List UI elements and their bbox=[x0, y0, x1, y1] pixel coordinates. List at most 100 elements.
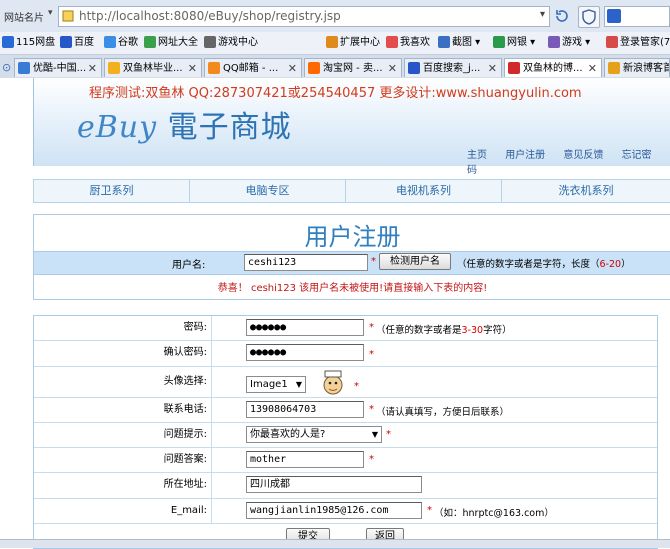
refresh-icon[interactable] bbox=[553, 7, 571, 25]
bookmark-hao123[interactable]: 网址大全 bbox=[144, 35, 198, 51]
close-icon[interactable]: ✕ bbox=[488, 59, 497, 77]
avatar-label: 头像选择: bbox=[34, 366, 212, 397]
category-nav: 厨卫系列 电脑专区 电视机系列 洗衣机系列 bbox=[33, 179, 670, 203]
check-username-button[interactable]: 检测用户名 bbox=[379, 253, 451, 270]
toolbar-label: 网银 bbox=[507, 37, 527, 48]
avatar-selected: Image1 bbox=[250, 378, 288, 390]
mail-icon bbox=[208, 62, 220, 74]
question-select[interactable]: 你最喜欢的人是? ▼ bbox=[246, 425, 382, 443]
link-forgot-password[interactable]: 忘记密码 bbox=[467, 150, 652, 176]
required-mark: * bbox=[371, 256, 376, 267]
bookmark-115[interactable]: 115网盘 bbox=[2, 35, 55, 51]
email-input[interactable]: wangjianlin1985@126.com bbox=[246, 501, 422, 519]
email-hint: （如：hnrptc@163.com） bbox=[434, 507, 554, 519]
chevron-down-icon[interactable]: ▾ bbox=[48, 8, 53, 18]
bookmark-label: 115网盘 bbox=[16, 37, 56, 48]
username-hint: （任意的数字或者是字符，长度（6-20） bbox=[457, 259, 631, 270]
bookmark-google[interactable]: 谷歌 bbox=[104, 35, 138, 51]
star-icon bbox=[108, 62, 120, 74]
toolbar-bank[interactable]: 网银 ▾ bbox=[493, 35, 535, 51]
toolbar-favorite[interactable]: 我喜欢 bbox=[386, 35, 430, 51]
tab-strip: ⊙ 优酷-中国... ✕ 双鱼林毕业... ✕ QQ邮箱 - ... ✕ 淘宝网 - … bbox=[0, 55, 670, 79]
chevron-down-icon: ▼ bbox=[295, 379, 302, 389]
bookmark-baidu[interactable]: 百度 bbox=[60, 35, 94, 51]
tab-label: 优酷-中国... bbox=[33, 63, 87, 74]
address-input[interactable]: 四川成都 bbox=[246, 476, 422, 494]
address-label: 所在地址: bbox=[34, 473, 212, 498]
tab-label: QQ邮箱 - ... bbox=[223, 63, 279, 74]
toolbar-login-manager[interactable]: 登录管家(7) bbox=[606, 35, 670, 51]
form-row-address: 所在地址: 四川成都 bbox=[34, 473, 657, 499]
toolbar-games[interactable]: 游戏 ▾ bbox=[548, 35, 590, 51]
search-icon[interactable] bbox=[607, 9, 621, 23]
password-hint: （任意的数字或者是3-30字符） bbox=[376, 325, 512, 336]
required-mark: * bbox=[369, 403, 374, 415]
logo-en: eBuy bbox=[77, 110, 158, 145]
toolbar-label: 我喜欢 bbox=[400, 37, 430, 48]
url-dropdown-icon[interactable]: ▾ bbox=[540, 9, 545, 20]
username-input[interactable]: ceshi123 bbox=[244, 254, 368, 271]
site-icon bbox=[508, 62, 520, 74]
tab-list-icon[interactable]: ⊙ bbox=[2, 61, 11, 74]
nav-computer[interactable]: 电脑专区 bbox=[190, 180, 346, 202]
required-mark: * bbox=[354, 380, 359, 392]
required-mark: * bbox=[369, 349, 374, 361]
site-menu-button[interactable]: 网站名片 bbox=[4, 9, 44, 24]
required-mark: * bbox=[386, 428, 391, 440]
tab-qqmail[interactable]: QQ邮箱 - ... ✕ bbox=[204, 58, 302, 77]
url-field[interactable]: http://localhost:8080/eBuy/shop/registry… bbox=[58, 6, 550, 27]
globe-icon bbox=[104, 36, 116, 48]
password-label: 密码: bbox=[34, 316, 212, 341]
toolbar-extensions[interactable]: 扩展中心 bbox=[326, 35, 380, 51]
phone-input[interactable]: 13908064703 bbox=[246, 400, 364, 418]
tab-youku[interactable]: 优酷-中国... ✕ bbox=[14, 58, 102, 77]
tab-taobao[interactable]: 淘宝网 - 卖... ✕ bbox=[304, 58, 402, 77]
gamepad-icon bbox=[204, 36, 216, 48]
tab-label: 双鱼林毕业... bbox=[123, 63, 183, 74]
link-feedback[interactable]: 意见反馈 bbox=[563, 150, 603, 161]
shield-icon[interactable] bbox=[578, 6, 600, 28]
tab-sina-blog[interactable]: 新浪博客首 bbox=[604, 58, 670, 77]
globe-icon bbox=[144, 36, 156, 48]
page-content: 程序测试:双鱼林 QQ:287307421或254540457 更多设计:www… bbox=[0, 78, 670, 549]
question-label: 问题提示: bbox=[34, 422, 212, 448]
phone-label: 联系电话: bbox=[34, 397, 212, 422]
link-home[interactable]: 主页 bbox=[467, 150, 487, 161]
nav-kitchen[interactable]: 厨卫系列 bbox=[34, 180, 190, 202]
form-row-password: 密码: ●●●●●● * （任意的数字或者是3-30字符） bbox=[34, 316, 657, 342]
required-mark: * bbox=[369, 454, 374, 466]
tab-baidu-search[interactable]: 百度搜索_j... ✕ bbox=[404, 58, 502, 77]
search-input[interactable] bbox=[604, 6, 670, 27]
tab-label: 新浪博客首 bbox=[623, 63, 670, 74]
close-icon[interactable]: ✕ bbox=[188, 59, 197, 77]
close-icon[interactable]: ✕ bbox=[88, 59, 97, 77]
page-title: 用户注册 bbox=[304, 223, 401, 251]
close-icon[interactable]: ✕ bbox=[588, 59, 597, 77]
page-icon bbox=[62, 10, 74, 22]
bookmark-games[interactable]: 游戏中心 bbox=[204, 35, 258, 51]
toolbar-screenshot[interactable]: 截图 ▾ bbox=[438, 35, 480, 51]
close-icon[interactable]: ✕ bbox=[288, 59, 297, 77]
site-logo: eBuy 電子商城 bbox=[77, 102, 292, 146]
paw-icon bbox=[60, 36, 72, 48]
answer-input[interactable]: mother bbox=[246, 451, 364, 469]
paw-icon bbox=[408, 62, 420, 74]
confirm-password-input[interactable]: ●●●●●● bbox=[246, 344, 364, 362]
tab-shuangyulin[interactable]: 双鱼林毕业... ✕ bbox=[104, 58, 202, 77]
tab-blog[interactable]: 双鱼林的博... ✕ bbox=[504, 58, 602, 77]
password-input[interactable]: ●●●●●● bbox=[246, 319, 364, 336]
bookmark-label: 网址大全 bbox=[158, 37, 198, 48]
nav-tv[interactable]: 电视机系列 bbox=[346, 180, 502, 202]
site-icon bbox=[308, 62, 320, 74]
browser-address-bar: 网站名片 ▾ http://localhost:8080/eBuy/shop/r… bbox=[0, 0, 670, 33]
logo-cn: 電子商城 bbox=[167, 110, 292, 145]
avatar-select[interactable]: Image1 ▼ bbox=[246, 375, 306, 393]
close-icon[interactable]: ✕ bbox=[388, 59, 397, 77]
nav-washer[interactable]: 洗衣机系列 bbox=[502, 180, 670, 202]
question-selected: 你最喜欢的人是? bbox=[250, 428, 326, 440]
bookmark-label: 游戏中心 bbox=[218, 37, 258, 48]
confirm-password-label: 确认密码: bbox=[34, 341, 212, 366]
top-links: 主页 用户注册 意见反馈 忘记密码 bbox=[467, 146, 670, 176]
toolbar-label: 游戏 bbox=[562, 37, 582, 48]
link-register[interactable]: 用户注册 bbox=[505, 150, 545, 161]
